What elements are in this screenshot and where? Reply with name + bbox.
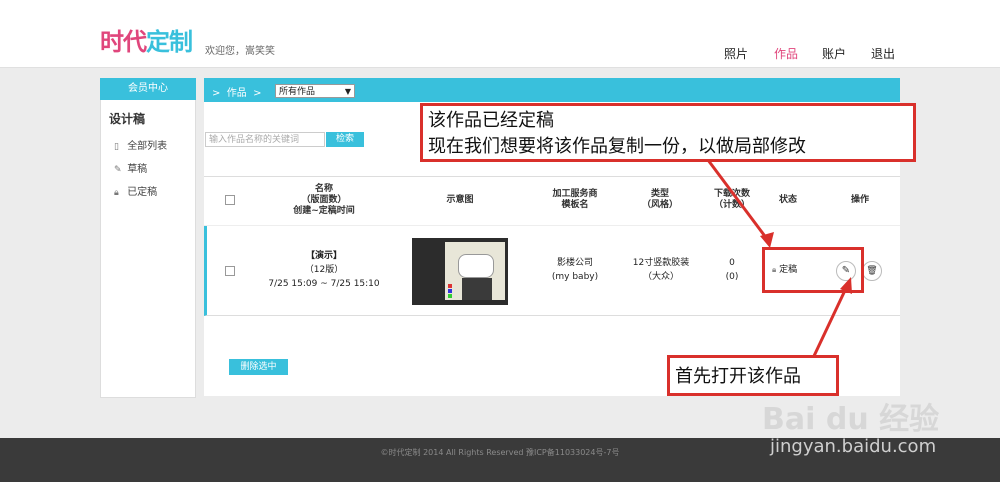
annotation-status-highlight (762, 247, 864, 293)
annotation-1-line1: 该作品已经定稿 (428, 110, 554, 131)
annotation-1-line2: 现在我们想要将该作品复制一份，以做局部修改 (428, 136, 806, 157)
baidu-watermark-url: jingyan.baidu.com (770, 436, 937, 457)
annotation-2-text: 首先打开该作品 (675, 366, 801, 387)
baidu-watermark: Bai du 经验 (762, 402, 940, 437)
annotation-arrow-1 (706, 159, 772, 244)
annotation-arrow-2 (812, 283, 850, 357)
